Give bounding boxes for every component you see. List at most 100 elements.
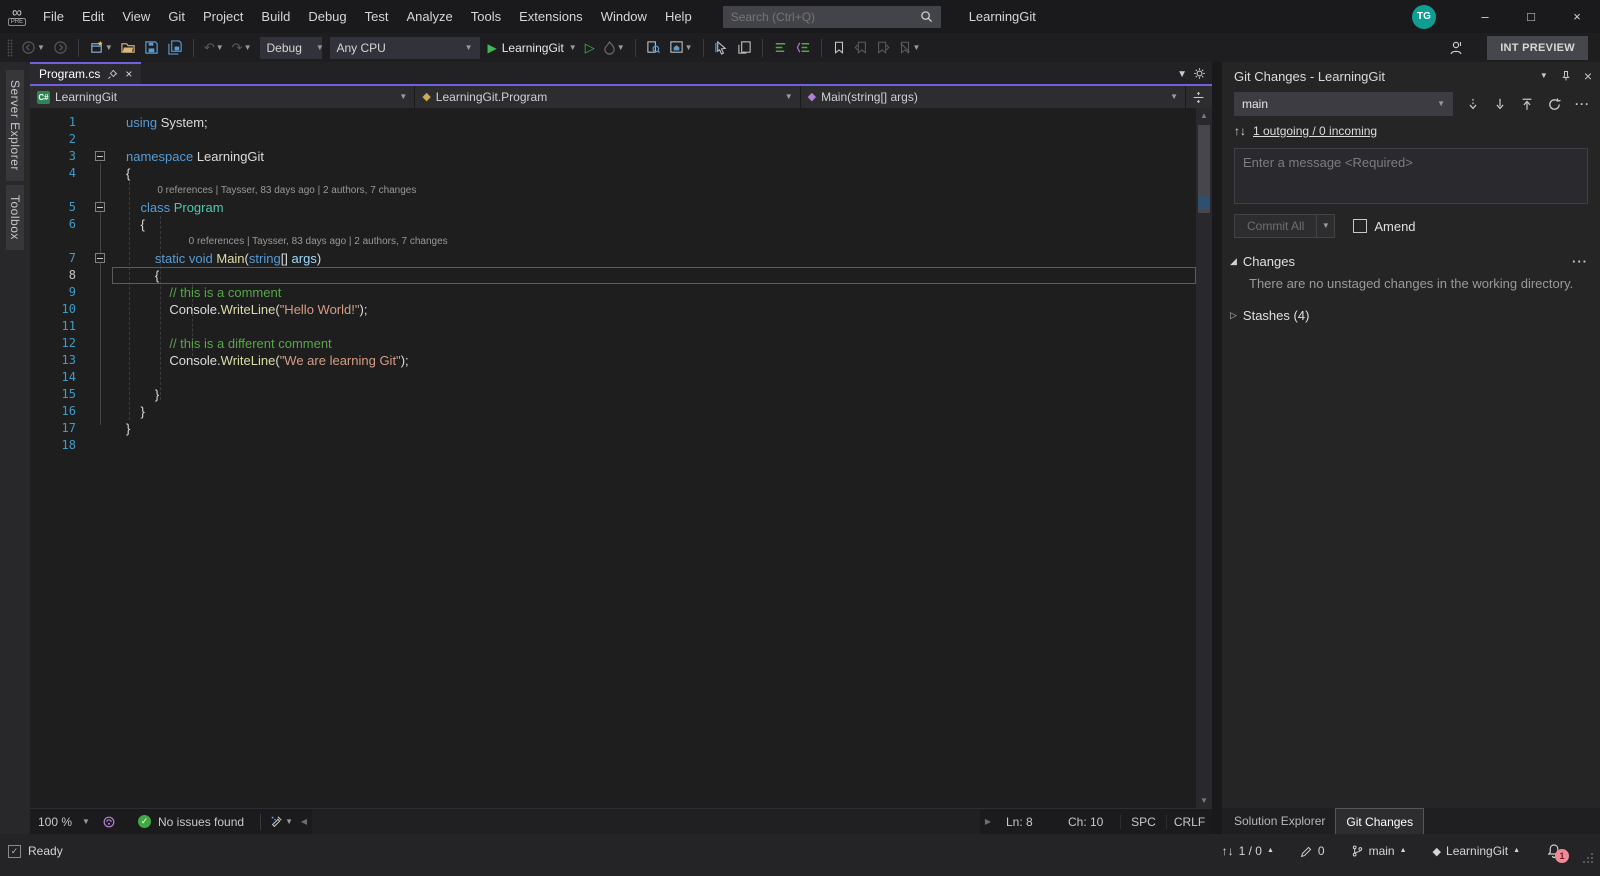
code-line[interactable]: // this is a different comment: [112, 335, 1196, 352]
int-preview-button[interactable]: INT PREVIEW: [1487, 36, 1588, 60]
line-number[interactable]: 18: [30, 437, 90, 454]
panel-close-icon[interactable]: ×: [1584, 68, 1592, 84]
horizontal-scrollbar[interactable]: ◀ ▶: [296, 809, 996, 834]
line-number[interactable]: 9: [30, 284, 90, 301]
code-line[interactable]: class Program: [112, 199, 1196, 216]
line-number[interactable]: 1: [30, 114, 90, 131]
resize-grip[interactable]: [1580, 850, 1594, 864]
branch-selector-dropdown[interactable]: main ▼: [1234, 92, 1453, 116]
maximize-button[interactable]: □: [1508, 0, 1554, 33]
solution-explorer-button[interactable]: ▼: [666, 36, 696, 60]
code-line[interactable]: using System;: [112, 114, 1196, 131]
start-dropdown-icon[interactable]: ▼: [569, 44, 577, 52]
solution-configuration-dropdown[interactable]: Debug ▼: [260, 37, 322, 59]
line-number[interactable]: 4: [30, 165, 90, 182]
menu-git[interactable]: Git: [159, 0, 194, 33]
open-file-button[interactable]: [118, 36, 139, 60]
minimize-button[interactable]: –: [1462, 0, 1508, 33]
commit-message-input[interactable]: [1243, 155, 1579, 197]
go-to-definition-button[interactable]: [711, 36, 732, 60]
line-number[interactable]: 12: [30, 335, 90, 352]
panel-menu-icon[interactable]: ▼: [1540, 72, 1548, 80]
line-number[interactable]: 15: [30, 386, 90, 403]
outline-margin[interactable]: [90, 108, 112, 808]
amend-checkbox[interactable]: [1353, 219, 1367, 233]
breadcrumb-member-dropdown[interactable]: ◆ Main(string[] args) ▼: [801, 86, 1186, 108]
stashes-section-header[interactable]: ▷ Stashes (4): [1230, 308, 1588, 323]
line-number-gutter[interactable]: 123456789101112131415161718: [30, 108, 90, 808]
next-bookmark-button[interactable]: [873, 36, 893, 60]
scroll-up-icon[interactable]: ▲: [1196, 108, 1212, 123]
redo-dropdown-icon[interactable]: ▼: [244, 44, 252, 52]
menu-extensions[interactable]: Extensions: [510, 0, 592, 33]
line-number[interactable]: 6: [30, 216, 90, 233]
pin-icon[interactable]: [107, 69, 118, 80]
line-number[interactable]: 11: [30, 318, 90, 335]
code-cleanup-button[interactable]: ▼: [267, 810, 296, 834]
code-cleanup-dropdown-icon[interactable]: ▼: [285, 818, 293, 826]
menu-tools[interactable]: Tools: [462, 0, 510, 33]
code-line[interactable]: [112, 318, 1196, 335]
comment-lines-button[interactable]: [770, 36, 791, 60]
breadcrumb-project-dropdown[interactable]: C# LearningGit ▼: [30, 86, 415, 108]
menu-window[interactable]: Window: [592, 0, 656, 33]
uncomment-lines-button[interactable]: [793, 36, 814, 60]
menu-analyze[interactable]: Analyze: [397, 0, 461, 33]
back-dropdown-icon[interactable]: ▼: [37, 44, 45, 52]
fold-toggle-icon[interactable]: [95, 253, 105, 263]
line-number[interactable]: [30, 233, 90, 250]
solution-platform-dropdown[interactable]: Any CPU ▼: [330, 37, 480, 59]
line-number[interactable]: 3: [30, 148, 90, 165]
menu-help[interactable]: Help: [656, 0, 701, 33]
commit-message-box[interactable]: [1234, 148, 1588, 204]
close-tab-icon[interactable]: ×: [125, 67, 132, 81]
start-debugging-button[interactable]: ▶ LearningGit ▼: [485, 36, 580, 60]
line-number[interactable]: 2: [30, 131, 90, 148]
editor-options-gear-icon[interactable]: [1193, 67, 1206, 80]
solution-explorer-dropdown-icon[interactable]: ▼: [685, 44, 693, 52]
line-number[interactable]: 13: [30, 352, 90, 369]
line-number[interactable]: 8: [30, 267, 90, 284]
account-avatar[interactable]: TG: [1412, 5, 1436, 29]
amend-option[interactable]: Amend: [1353, 219, 1415, 234]
commit-all-button[interactable]: Commit All: [1234, 214, 1317, 238]
changes-overflow-icon[interactable]: ···: [1572, 254, 1588, 269]
menu-test[interactable]: Test: [356, 0, 398, 33]
line-number[interactable]: 5: [30, 199, 90, 216]
line-number[interactable]: 16: [30, 403, 90, 420]
close-button[interactable]: ×: [1554, 0, 1600, 33]
code-line[interactable]: // this is a comment: [112, 284, 1196, 301]
refresh-icon[interactable]: [1547, 97, 1562, 112]
code-editor[interactable]: 123456789101112131415161718 using System…: [30, 108, 1212, 808]
undo-button[interactable]: ↶ ▼: [201, 36, 227, 60]
health-status-text[interactable]: No issues found: [158, 815, 244, 829]
panel-splitter[interactable]: [1212, 62, 1222, 834]
line-ending-indicator[interactable]: CRLF: [1166, 815, 1212, 829]
code-line[interactable]: [112, 437, 1196, 454]
code-line[interactable]: Console.WriteLine("Hello World!");: [112, 301, 1196, 318]
navigate-back-button[interactable]: ▼: [18, 36, 48, 60]
tab-git-changes[interactable]: Git Changes: [1335, 808, 1424, 834]
clear-bookmarks-button[interactable]: ▼: [895, 36, 924, 60]
git-actions-overflow-icon[interactable]: ···: [1575, 97, 1590, 111]
code-line[interactable]: [112, 369, 1196, 386]
toggle-bookmark-button[interactable]: [829, 36, 849, 60]
fold-toggle-icon[interactable]: [95, 202, 105, 212]
line-number[interactable]: 10: [30, 301, 90, 318]
vertical-scrollbar[interactable]: ▲ ▼: [1196, 108, 1212, 808]
search-input[interactable]: [731, 10, 920, 24]
save-button[interactable]: [141, 36, 162, 60]
code-line[interactable]: static void Main(string[] args): [112, 250, 1196, 267]
sidebar-tab-toolbox[interactable]: Toolbox: [6, 185, 24, 250]
new-project-dropdown-icon[interactable]: ▼: [105, 44, 113, 52]
health-check-icon[interactable]: ✓: [138, 815, 151, 828]
push-icon[interactable]: [1520, 97, 1534, 112]
bookmarks-dropdown-icon[interactable]: ▼: [913, 44, 921, 52]
navigate-forward-button[interactable]: [50, 36, 71, 60]
sync-commits-indicator[interactable]: ↑↓ 1 / 0 ▲: [1222, 844, 1274, 858]
redo-button[interactable]: ↷ ▼: [229, 36, 255, 60]
save-all-button[interactable]: [164, 36, 186, 60]
hot-reload-dropdown-icon[interactable]: ▼: [617, 44, 625, 52]
notifications-button[interactable]: 1: [1546, 843, 1562, 859]
codelens-row[interactable]: 0 references | Taysser, 83 days ago | 2 …: [112, 182, 1196, 199]
